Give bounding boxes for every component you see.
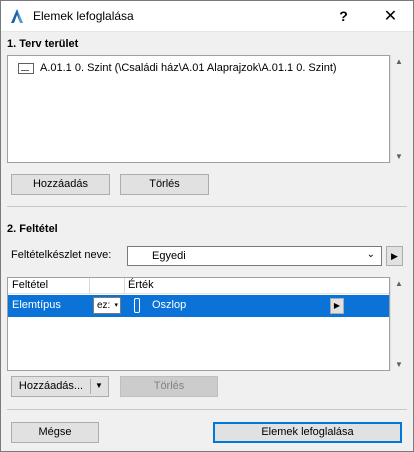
criteria-add-label: Hozzáadás... [18, 380, 84, 392]
chevron-down-icon[interactable]: ▼ [95, 381, 103, 390]
column-divider[interactable] [89, 278, 90, 294]
criteria-table[interactable]: Feltétel Érték Elemtípus ez: ▾ Oszlop ▶ [7, 277, 390, 371]
operator-select[interactable]: ez: ▾ [93, 297, 121, 314]
criteria-set-value: Egyedi [152, 250, 186, 262]
title-bar: Elemek lefoglalása ? ✕ [1, 1, 413, 32]
reserve-elements-button[interactable]: Elemek lefoglalása [213, 422, 402, 443]
column-divider[interactable] [124, 278, 125, 294]
criteria-set-menu-button[interactable]: ▶ [386, 246, 403, 266]
scroll-down-icon[interactable]: ▼ [391, 152, 407, 161]
archicad-logo-icon [11, 9, 23, 23]
row-value: Oszlop [152, 299, 187, 311]
plan-area-heading: 1. Terv terület [7, 38, 79, 50]
plan-delete-button[interactable]: Törlés [120, 174, 209, 195]
list-item-label: A.01.1 0. Szint (\Családi ház\A.01 Alapr… [40, 62, 337, 74]
criteria-delete-button[interactable]: Törlés [120, 376, 218, 397]
help-button[interactable]: ? [321, 1, 366, 32]
column-header-condition[interactable]: Feltétel [12, 279, 48, 291]
criteria-scrollbar[interactable]: ▲ ▼ [390, 277, 407, 371]
chevron-down-icon: ⌄ [366, 249, 375, 260]
criteria-add-button[interactable]: Hozzáadás... ▼ [11, 376, 109, 397]
row-condition: Elemtípus [12, 299, 61, 311]
plan-add-button[interactable]: Hozzáadás [11, 174, 110, 195]
triangle-right-icon: ▶ [391, 251, 398, 261]
table-row[interactable]: Elemtípus ez: ▾ Oszlop ▶ [8, 295, 389, 317]
triangle-right-icon: ▶ [333, 301, 341, 310]
close-button[interactable]: ✕ [368, 1, 413, 32]
criteria-set-label: Feltételkészlet neve: [11, 249, 112, 261]
operator-value: ez: [97, 300, 111, 311]
column-header-value[interactable]: Érték [128, 279, 154, 291]
criteria-heading: 2. Feltétel [7, 223, 58, 235]
chevron-down-icon: ▾ [114, 302, 118, 309]
scroll-up-icon[interactable]: ▲ [391, 279, 407, 288]
scroll-up-icon[interactable]: ▲ [391, 57, 407, 66]
divider [7, 206, 407, 207]
criteria-set-select[interactable]: Egyedi ⌄ [127, 246, 382, 266]
scroll-down-icon[interactable]: ▼ [391, 360, 407, 369]
column-element-icon [134, 298, 140, 313]
table-header: Feltétel Érték [8, 278, 389, 294]
window-title: Elemek lefoglalása [33, 9, 134, 23]
cancel-button[interactable]: Mégse [11, 422, 99, 443]
divider [7, 409, 407, 410]
floor-plan-icon [18, 63, 34, 74]
plan-area-list[interactable]: A.01.1 0. Szint (\Családi ház\A.01 Alapr… [7, 55, 390, 163]
value-menu-button[interactable]: ▶ [330, 298, 344, 314]
plan-area-scrollbar[interactable]: ▲ ▼ [390, 55, 407, 163]
dialog-window: Elemek lefoglalása ? ✕ 1. Terv terület A… [0, 0, 414, 452]
split-divider [90, 379, 91, 394]
